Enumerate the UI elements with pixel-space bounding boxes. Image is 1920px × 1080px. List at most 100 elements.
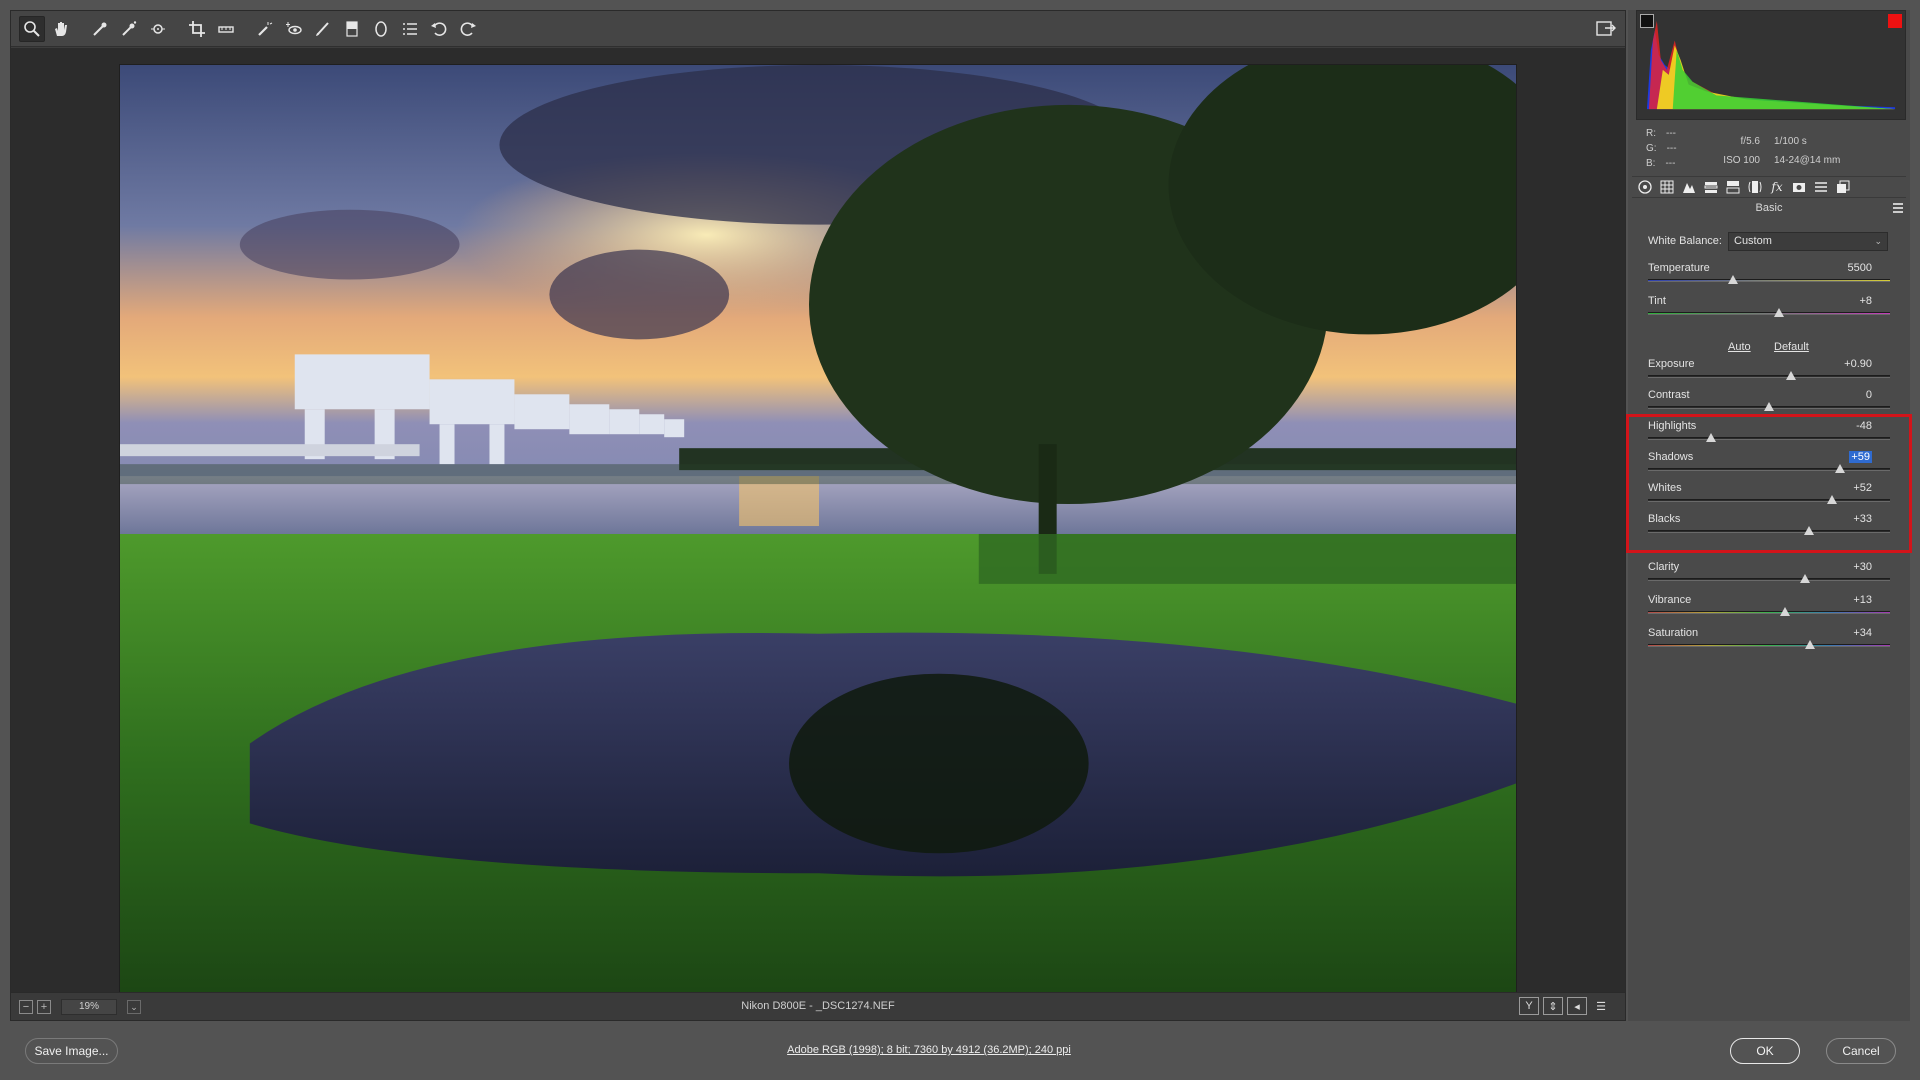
r-label: R: (1646, 128, 1656, 139)
color-sampler-icon[interactable] (116, 16, 142, 42)
view-buttons: Y ⇕ ◂ ☰ (1519, 997, 1611, 1015)
aperture: f/5.6 (1740, 136, 1760, 147)
chevron-down-icon: ⌄ (1874, 236, 1882, 246)
graduated-filter-icon[interactable] (339, 16, 365, 42)
default-link[interactable]: Default (1774, 341, 1809, 353)
tab-presets-icon[interactable] (1812, 178, 1830, 196)
histogram (1636, 10, 1906, 120)
vibrance-label: Vibrance (1648, 594, 1692, 606)
vibrance-thumb[interactable] (1779, 607, 1790, 616)
temperature-track[interactable] (1648, 279, 1890, 282)
temperature-label: Temperature (1648, 262, 1710, 274)
presets-icon[interactable] (397, 16, 423, 42)
b-label: B: (1646, 158, 1656, 169)
clarity-thumb[interactable] (1800, 574, 1811, 583)
exposure-slider[interactable]: Exposure +0.90 (1648, 358, 1890, 386)
vibrance-slider[interactable]: Vibrance +13 (1648, 594, 1890, 622)
copy-settings-icon[interactable]: ◂ (1567, 997, 1587, 1015)
before-after-icon[interactable]: Y (1519, 997, 1539, 1015)
contrast-slider[interactable]: Contrast 0 (1648, 389, 1890, 417)
straighten-icon[interactable] (213, 16, 239, 42)
tab-hsl-icon[interactable] (1702, 178, 1720, 196)
white-balance-value: Custom (1734, 235, 1772, 247)
panel-menu-icon[interactable] (1893, 203, 1903, 215)
image-canvas[interactable] (11, 48, 1625, 996)
contrast-value[interactable]: 0 (1866, 389, 1872, 401)
radial-filter-icon[interactable] (368, 16, 394, 42)
rgb-readout: R: --- G: --- B: --- (1646, 126, 1677, 171)
panel-tabs: fx (1632, 176, 1906, 198)
camera-raw-window: − + 19% ⌄ Nikon D800E - _DSC1274.NEF Y ⇕… (0, 0, 1920, 1080)
exposure-value[interactable]: +0.90 (1844, 358, 1872, 370)
tint-label: Tint (1648, 295, 1666, 307)
clarity-slider[interactable]: Clarity +30 (1648, 561, 1890, 589)
clarity-label: Clarity (1648, 561, 1680, 573)
saturation-thumb[interactable] (1805, 640, 1816, 649)
workflow-options-link[interactable]: Adobe RGB (1998); 8 bit; 7360 by 4912 (3… (0, 1044, 1858, 1056)
saturation-slider[interactable]: Saturation +34 (1648, 627, 1890, 655)
hand-icon[interactable] (48, 16, 74, 42)
temperature-value[interactable]: 5500 (1848, 262, 1872, 274)
panel-title: Basic (1755, 202, 1783, 214)
exif-info: f/5.6 1/100 s ISO 100 14-24@14 mm (1720, 132, 1840, 170)
tab-effects-icon[interactable]: fx (1768, 178, 1786, 196)
tab-lens-icon[interactable] (1746, 178, 1764, 196)
swap-settings-icon[interactable]: ⇕ (1543, 997, 1563, 1015)
tab-snapshots-icon[interactable] (1834, 178, 1852, 196)
tint-track[interactable] (1648, 312, 1890, 315)
clarity-track[interactable] (1648, 578, 1890, 581)
white-balance-label: White Balance: (1648, 235, 1722, 247)
tint-value[interactable]: +8 (1859, 295, 1872, 307)
contrast-thumb[interactable] (1764, 402, 1774, 411)
contrast-label: Contrast (1648, 389, 1690, 401)
target-adjust-icon[interactable] (145, 16, 171, 42)
preview-workspace: − + 19% ⌄ Nikon D800E - _DSC1274.NEF Y ⇕… (10, 10, 1626, 1021)
white-balance-icon[interactable] (87, 16, 113, 42)
vibrance-track[interactable] (1648, 611, 1890, 614)
shadow-clipping-icon[interactable] (1640, 14, 1654, 28)
tab-basic-icon[interactable] (1636, 178, 1654, 196)
shutter: 1/100 s (1774, 136, 1807, 147)
saturation-track[interactable] (1648, 644, 1890, 647)
tab-detail-icon[interactable] (1680, 178, 1698, 196)
exposure-thumb[interactable] (1785, 371, 1796, 380)
tab-split-toning-icon[interactable] (1724, 178, 1742, 196)
rotate-ccw-icon[interactable] (426, 16, 452, 42)
ok-button[interactable]: OK (1730, 1038, 1800, 1064)
toolbar (11, 11, 1625, 47)
tint-thumb[interactable] (1773, 308, 1784, 317)
photo-preview[interactable] (119, 64, 1517, 996)
tint-slider[interactable]: Tint +8 (1648, 295, 1890, 323)
temperature-thumb[interactable] (1727, 275, 1738, 284)
fullscreen-toggle-icon[interactable] (1595, 17, 1617, 42)
exposure-track[interactable] (1648, 375, 1890, 378)
iso: ISO 100 (1723, 155, 1760, 166)
spot-removal-icon[interactable] (252, 16, 278, 42)
rotate-cw-icon[interactable] (455, 16, 481, 42)
exposure-label: Exposure (1648, 358, 1695, 370)
crop-icon[interactable] (184, 16, 210, 42)
auto-link[interactable]: Auto (1728, 341, 1751, 353)
zoom-icon[interactable] (19, 15, 45, 42)
file-name: Nikon D800E - _DSC1274.NEF (741, 1000, 895, 1012)
g-label: G: (1646, 143, 1657, 154)
b-value: --- (1665, 158, 1676, 169)
lens: 14-24@14 mm (1774, 155, 1841, 166)
cancel-button[interactable]: Cancel (1826, 1038, 1896, 1064)
tab-camera-calibration-icon[interactable] (1790, 178, 1808, 196)
preview-preferences-icon[interactable]: ☰ (1591, 997, 1611, 1015)
saturation-value[interactable]: +34 (1853, 627, 1872, 639)
annotation-highlight-box (1626, 414, 1912, 553)
r-value: --- (1666, 128, 1676, 139)
temperature-slider[interactable]: Temperature 5500 (1648, 262, 1890, 290)
adjustment-brush-icon[interactable] (310, 16, 336, 42)
saturation-label: Saturation (1648, 627, 1699, 639)
clarity-value[interactable]: +30 (1853, 561, 1872, 573)
tab-tone-curve-icon[interactable] (1658, 178, 1676, 196)
red-eye-icon[interactable] (281, 16, 307, 42)
g-value: --- (1666, 143, 1677, 154)
white-balance-select[interactable]: Custom ⌄ (1728, 232, 1888, 251)
status-bar: − + 19% ⌄ Nikon D800E - _DSC1274.NEF Y ⇕… (11, 992, 1625, 1020)
vibrance-value[interactable]: +13 (1853, 594, 1872, 606)
highlight-clipping-icon[interactable] (1888, 14, 1902, 28)
